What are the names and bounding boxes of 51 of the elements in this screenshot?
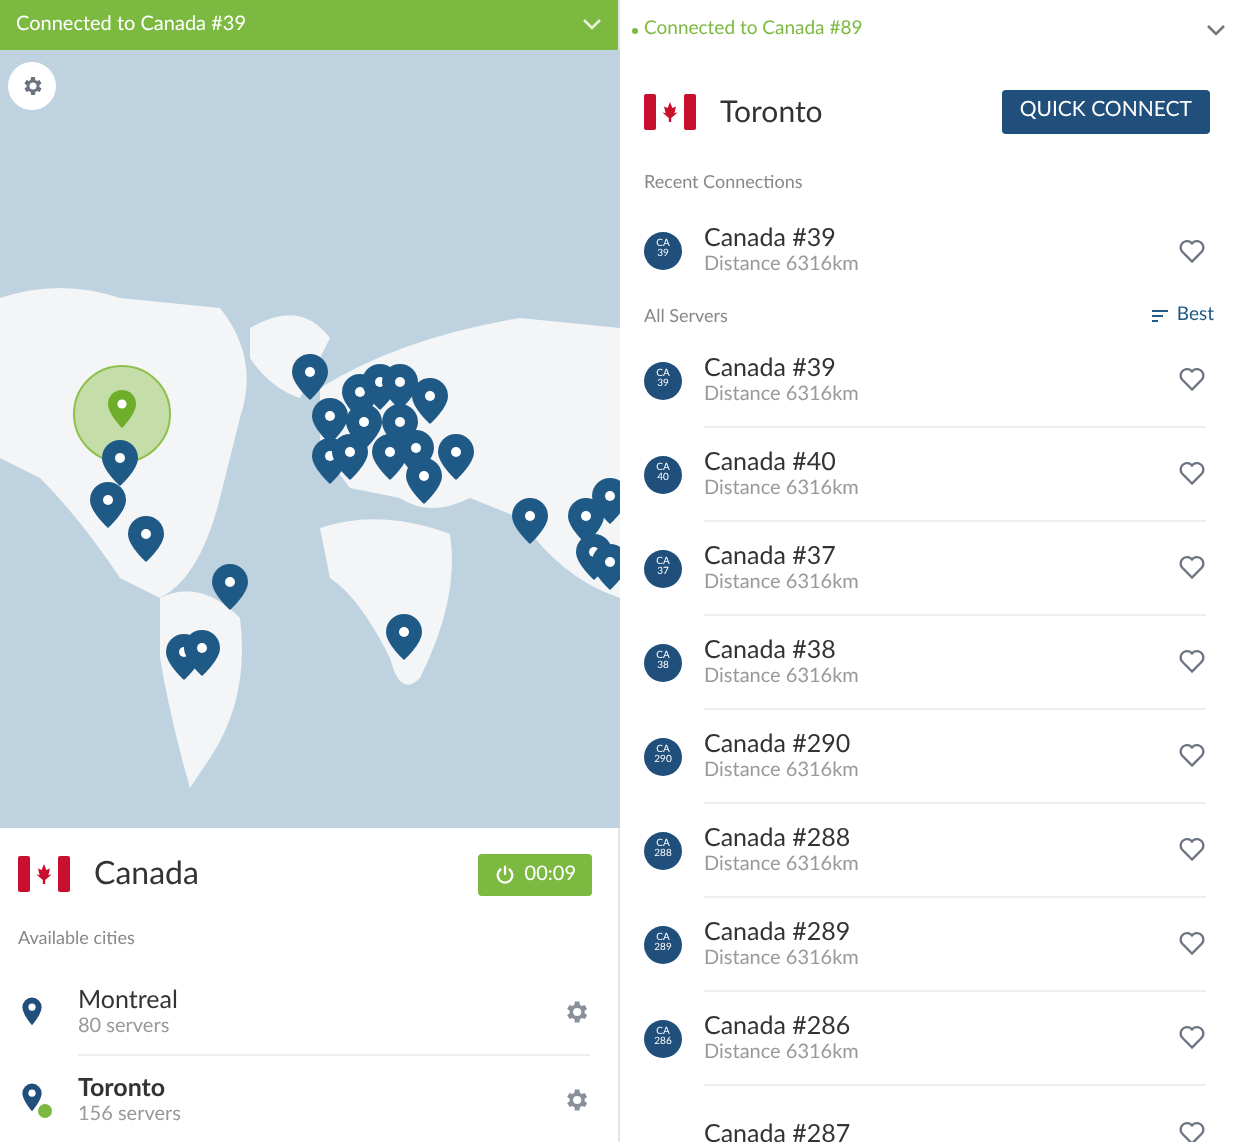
heart-icon[interactable] (1178, 366, 1206, 393)
server-name: Canada #287 (704, 1117, 853, 1142)
sort-button[interactable]: Best (1152, 301, 1214, 330)
heart-icon[interactable] (1178, 554, 1206, 581)
heart-icon[interactable] (1178, 237, 1206, 263)
quick-connect-button[interactable]: QUICK CONNECT (1001, 90, 1210, 134)
disconnect-timer-button[interactable]: 00:09 (478, 853, 592, 896)
server-count: 80 servers (78, 1014, 172, 1041)
server-distance: Distance 6316km (704, 757, 861, 784)
server-distance: Distance 6316km (704, 475, 861, 502)
heart-icon[interactable] (1178, 460, 1206, 487)
city-name: Montreal (78, 984, 180, 1015)
server-name: Canada #290 (704, 727, 853, 758)
sort-icon (1152, 309, 1169, 322)
server-distance: Distance 6316km (704, 381, 861, 408)
status-bar[interactable]: Connected to Canada #39 (0, 0, 618, 50)
server-name: Canada #37 (704, 539, 838, 570)
server-distance: Distance 6316km (704, 1039, 861, 1066)
settings-icon[interactable] (562, 1085, 590, 1114)
power-icon (494, 863, 517, 886)
server-distance: Distance 6316km (704, 663, 861, 690)
heart-icon[interactable] (1178, 742, 1206, 769)
flag-icon (18, 856, 70, 893)
server-name: Canada #288 (704, 821, 853, 852)
settings-icon[interactable] (562, 998, 590, 1027)
server-name: Canada #40 (704, 445, 838, 476)
city-title: Toronto (720, 91, 823, 134)
server-name: Canada #289 (704, 915, 853, 946)
section-heading: Available cities (16, 924, 137, 952)
flag-icon (644, 94, 696, 130)
city-name: Toronto (78, 1071, 168, 1102)
country-name: Canada (94, 852, 199, 897)
heart-icon[interactable] (1178, 1119, 1206, 1142)
server-distance: Distance 6316km (704, 252, 861, 278)
settings-icon (20, 73, 44, 98)
chevron-down-icon[interactable] (1206, 24, 1226, 36)
section-heading: Recent Connections (642, 168, 805, 195)
server-distance: Distance 6316km (704, 569, 861, 596)
server-name: Canada #38 (704, 633, 838, 664)
server-name: Canada #39 (704, 351, 838, 382)
server-count: 156 servers (78, 1101, 183, 1128)
server-name: Canada #286 (704, 1009, 853, 1040)
server-distance: Distance 6316km (704, 851, 861, 878)
server-name: Canada #39 (704, 222, 838, 252)
heart-icon[interactable] (1178, 930, 1206, 957)
section-heading: All Servers (644, 301, 728, 329)
world-map-drawing[interactable] (0, 49, 620, 828)
heart-icon[interactable] (1178, 836, 1206, 863)
heart-icon[interactable] (1178, 648, 1206, 675)
heart-icon[interactable] (1178, 1024, 1206, 1051)
server-distance: Distance 6316km (704, 945, 861, 972)
